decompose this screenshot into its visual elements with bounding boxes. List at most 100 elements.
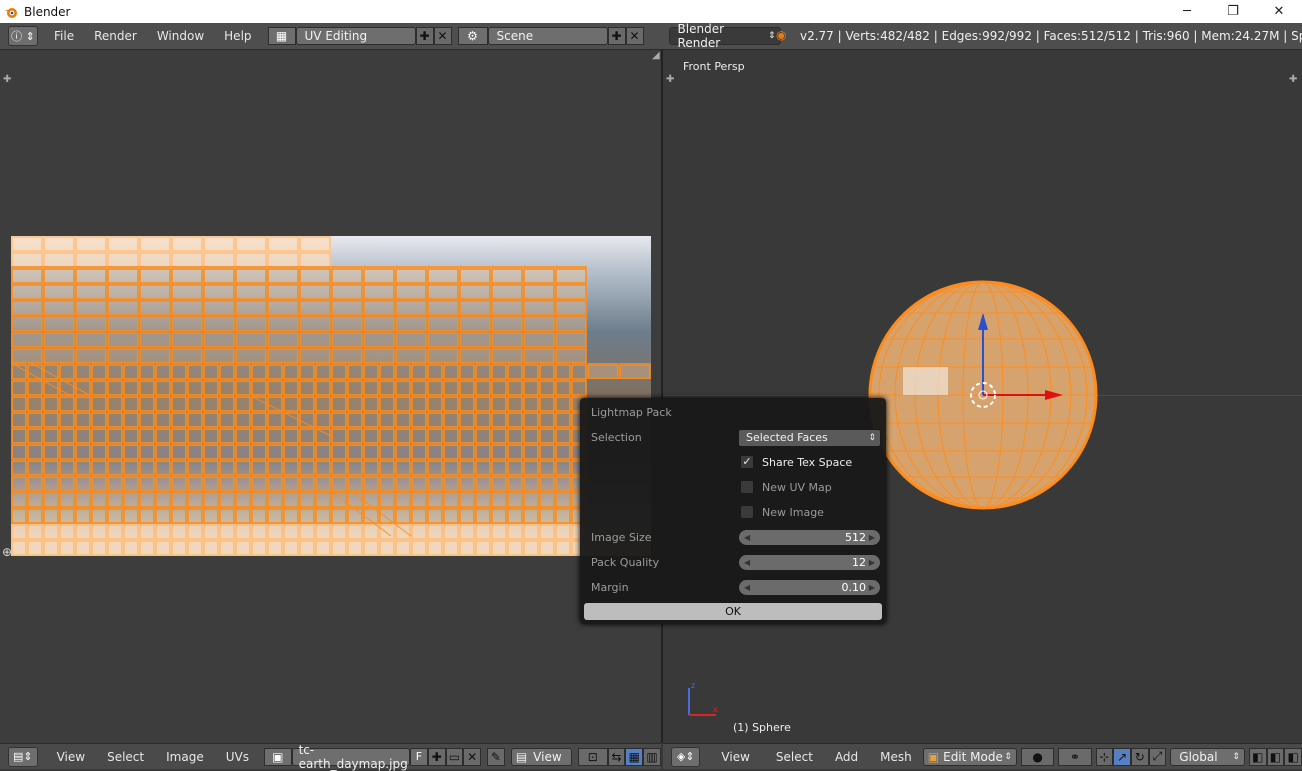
share-tex-space-label: Share Tex Space (762, 456, 853, 469)
decrement-arrow-icon[interactable]: ◀ (744, 580, 750, 595)
menu-render[interactable]: Render (84, 29, 147, 43)
render-engine-dropdown[interactable]: Blender Render ⇕ (668, 22, 781, 50)
uv-editor-header: ▤⇕ View Select Image UVs ▣ tc-earth_daym… (0, 743, 661, 771)
menu-help[interactable]: Help (214, 29, 261, 43)
uv-mesh-overlay[interactable] (11, 236, 651, 556)
grid-select-icon: ▦ (628, 749, 640, 764)
region-expand-icon[interactable]: ✚ (3, 74, 11, 85)
scale-icon: ⤢ (1152, 749, 1163, 763)
manipulator-toggle[interactable]: ⊹ (1095, 747, 1114, 766)
viewport-menu-mesh[interactable]: Mesh (869, 750, 923, 764)
image-editor-icon: ▤⇕ (12, 750, 33, 763)
view-label: Front Persp (683, 60, 745, 73)
menu-window[interactable]: Window (147, 29, 214, 43)
viewport-header: ◈⇕ View Select Add Mesh ▣ Edit Mode ⇕ ● … (663, 743, 1302, 769)
increment-arrow-icon[interactable]: ▶ (869, 530, 875, 545)
updown-icon: ⇕ (1232, 751, 1240, 762)
image-browse-button[interactable]: ▣ (263, 747, 292, 766)
menu-file[interactable]: File (44, 29, 84, 43)
rotate-manipulator-button[interactable]: ↻ (1130, 747, 1149, 766)
sync-selection-button[interactable]: ⇆ (607, 747, 626, 766)
pivot-dropdown[interactable]: ⊡ (578, 747, 608, 766)
solid-shading-icon: ● (1032, 749, 1043, 764)
margin-field[interactable]: ◀ 0.10 ▶ (738, 579, 881, 596)
uv-editor-type-button[interactable]: ▤⇕ (8, 746, 38, 767)
info-header: ⓘ ⇕ File Render Window Help ▦ UV Editing… (0, 22, 1302, 50)
viewport-menu-select[interactable]: Select (765, 750, 824, 764)
ok-button[interactable]: OK (584, 603, 882, 620)
view-mode-value: View (533, 749, 562, 764)
view-mode-icon: ▤ (515, 749, 528, 764)
uv-view-dropdown[interactable]: ▤ View (510, 747, 573, 766)
scale-manipulator-button[interactable]: ⤢ (1148, 747, 1167, 766)
updown-icon: ⇕ (868, 433, 876, 443)
uv-menu-image[interactable]: Image (155, 750, 215, 764)
pivot-icon: ⊡ (587, 749, 598, 764)
translate-manipulator-button[interactable]: ↗ (1113, 747, 1131, 766)
blender-stats-icon: ◉ (776, 28, 787, 42)
open-image-button[interactable]: ▭ (445, 747, 464, 766)
scene-field[interactable]: Scene (487, 27, 608, 45)
image-size-field[interactable]: ◀ 512 ▶ (738, 529, 881, 546)
layer-button-2[interactable]: ◧ (1266, 747, 1285, 766)
uv-menu-uvs[interactable]: UVs (215, 750, 260, 764)
region-expand-right-icon[interactable]: ✚ (1289, 74, 1297, 85)
uv-menu-select[interactable]: Select (96, 750, 155, 764)
3d-viewport[interactable]: Front Persp ✚ ✚ z x (1) Sphere (663, 50, 1302, 743)
pivot-point-dropdown[interactable]: ⚭ (1058, 747, 1092, 766)
decrement-arrow-icon[interactable]: ◀ (744, 555, 750, 570)
minimize-button[interactable]: ─ (1164, 0, 1210, 23)
delete-scene-button[interactable]: ✕ (625, 27, 644, 45)
blender-logo-icon (4, 5, 18, 19)
viewport-menu-add[interactable]: Add (824, 750, 869, 764)
viewport-menu-view[interactable]: View (710, 750, 760, 764)
viewport-editor-type-button[interactable]: ◈⇕ (671, 746, 701, 767)
add-screen-button[interactable]: ✚ (415, 27, 434, 45)
image-name-field[interactable]: tc-earth_daymap.jpg (291, 743, 410, 771)
region-expand-icon[interactable]: ✚ (666, 74, 674, 85)
increment-arrow-icon[interactable]: ▶ (869, 555, 875, 570)
window-title: Blender (24, 4, 71, 19)
pin-image-button[interactable]: ✎ (487, 747, 505, 766)
layer-button[interactable]: ◧ (1248, 747, 1267, 766)
x-icon: ✕ (437, 29, 448, 43)
sphere-mesh[interactable] (863, 275, 1103, 515)
new-uv-map-checkbox[interactable] (740, 480, 754, 494)
new-image-label: New Image (762, 506, 824, 519)
transform-orientation-dropdown[interactable]: Global ⇕ (1170, 747, 1245, 766)
pack-quality-value: 12 (852, 556, 866, 569)
orientation-value: Global (1179, 749, 1218, 764)
info-editor-type-button[interactable]: ⓘ ⇕ (8, 26, 38, 46)
pack-quality-field[interactable]: ◀ 12 ▶ (738, 554, 881, 571)
fake-user-button[interactable]: F (410, 747, 428, 766)
scene-browse-button[interactable]: ⚙ (457, 27, 488, 45)
x-icon: ✕ (629, 29, 640, 43)
area-corner-icon[interactable]: ◢ (652, 50, 660, 61)
selection-dropdown[interactable]: Selected Faces ⇕ (738, 429, 881, 447)
pack-quality-label: Pack Quality (591, 556, 660, 569)
edge-select-mode-button[interactable]: ▥ (643, 747, 661, 766)
layout-grid-icon: ▦ (275, 29, 288, 43)
increment-arrow-icon[interactable]: ▶ (869, 580, 875, 595)
shading-dropdown[interactable]: ● (1020, 747, 1055, 766)
new-image-button[interactable]: ✚ (427, 747, 446, 766)
share-tex-space-checkbox[interactable]: ✓ (740, 455, 754, 469)
arrow-icon: ↗ (1117, 749, 1128, 764)
maximize-button[interactable]: ❐ (1210, 0, 1256, 23)
layer-button-3[interactable]: ◧ (1284, 747, 1302, 766)
unlink-image-button[interactable]: ✕ (463, 747, 482, 766)
new-image-checkbox[interactable] (740, 505, 754, 519)
2d-cursor-icon[interactable]: ⊕ (2, 545, 12, 559)
plus-icon: ✚ (431, 749, 442, 764)
close-button[interactable]: ✕ (1256, 0, 1302, 23)
screen-layout-browse-button[interactable]: ▦ (267, 27, 296, 45)
manipulator-icon: ⊹ (1099, 749, 1110, 764)
vertex-select-mode-button[interactable]: ▦ (625, 747, 644, 766)
screen-layout-field[interactable]: UV Editing (295, 27, 416, 45)
uv-menu-view[interactable]: View (46, 750, 96, 764)
add-scene-button[interactable]: ✚ (607, 27, 626, 45)
delete-screen-button[interactable]: ✕ (433, 27, 452, 45)
cube-icon: ◈⇕ (676, 750, 695, 763)
mode-dropdown[interactable]: ▣ Edit Mode ⇕ (922, 747, 1017, 766)
decrement-arrow-icon[interactable]: ◀ (744, 530, 750, 545)
